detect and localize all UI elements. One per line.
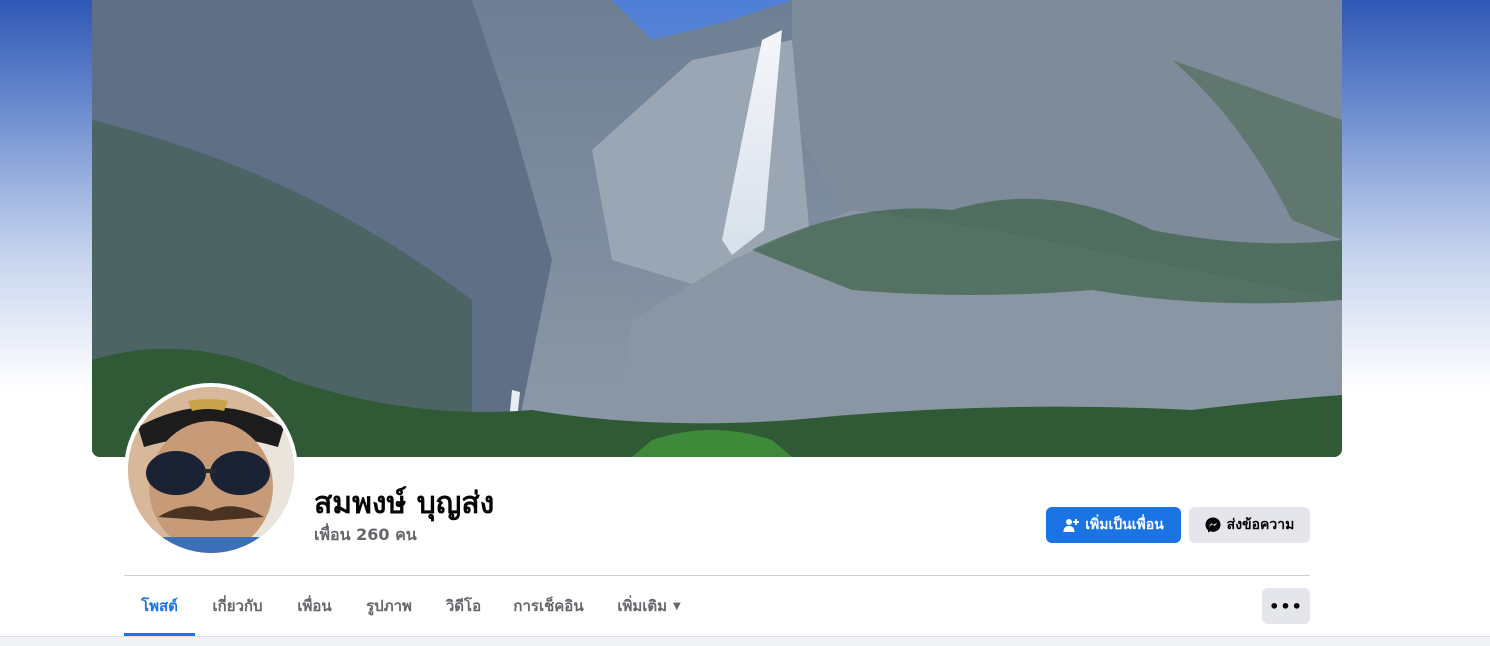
tab-photos[interactable]: รูปภาพ [349, 576, 429, 636]
message-label: ส่งข้อความ [1226, 517, 1295, 533]
tab-checkins[interactable]: การเช็คอิน [498, 576, 599, 636]
cover-photo[interactable] [92, 0, 1342, 457]
more-options-button[interactable]: ••• [1262, 588, 1310, 624]
caret-down-icon: ▼ [672, 600, 681, 612]
profile-name: สมพงษ์ บุญส่ง [314, 486, 495, 521]
tab-label: การเช็คอิน [513, 597, 584, 615]
profile-avatar[interactable] [124, 383, 298, 557]
tab-more[interactable]: เพิ่มเติม ▼ [599, 576, 699, 636]
tab-label: รูปภาพ [366, 597, 412, 615]
friend-count[interactable]: เพื่อน 260 คน [314, 523, 417, 548]
more-options-label: ••• [1269, 596, 1303, 616]
tab-label: วิดีโอ [445, 597, 482, 615]
tab-posts[interactable]: โพสต์ [124, 576, 195, 636]
tab-label: เกี่ยวกับ [212, 597, 263, 615]
tab-label: โพสต์ [141, 597, 178, 615]
content-area-top [0, 636, 1490, 646]
add-friend-label: เพิ่มเป็นเพื่อน [1085, 517, 1164, 533]
tab-label: เพื่อน [297, 597, 332, 615]
person-plus-icon [1063, 517, 1080, 533]
tab-label: เพิ่มเติม [617, 597, 667, 615]
messenger-icon [1205, 517, 1221, 533]
tab-videos[interactable]: วิดีโอ [429, 576, 498, 636]
tab-about[interactable]: เกี่ยวกับ [195, 576, 280, 636]
tab-friends[interactable]: เพื่อน [280, 576, 349, 636]
message-button[interactable]: ส่งข้อความ [1189, 507, 1310, 543]
add-friend-button[interactable]: เพิ่มเป็นเพื่อน [1046, 507, 1181, 543]
